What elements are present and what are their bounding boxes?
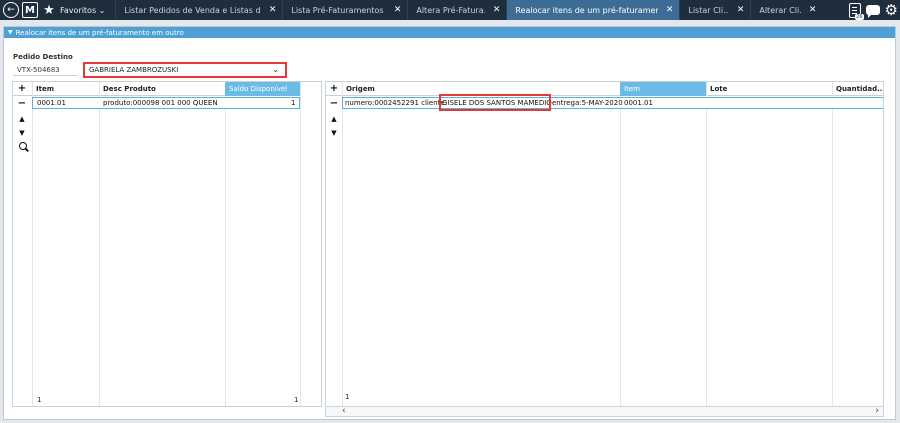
close-icon[interactable]: ✕ (809, 5, 817, 15)
chat-icon[interactable] (865, 5, 880, 18)
header-item[interactable]: Item (620, 82, 706, 96)
footer-count: 1 (37, 396, 42, 404)
cell-origem-prefix: numero:0002452291 cliente: (345, 99, 448, 107)
header-item[interactable]: Item (32, 82, 99, 96)
gear-icon[interactable]: ⚙ (885, 2, 898, 18)
destination-label: Pedido Destino (13, 53, 73, 61)
favorites-menu[interactable]: Favoritos ⌄ (60, 6, 105, 15)
tab-listar-clientes[interactable]: Listar Cli... ✕ (679, 0, 750, 20)
tab-alterar-cliente[interactable]: Alterar Cli... ✕ (750, 0, 822, 20)
cell-saldo: 1 (291, 99, 296, 107)
destination-customer-value: GABRIELA ZAMBROZUSKI (89, 66, 179, 74)
footer-total: 1 (294, 396, 299, 404)
header-saldo-disponivel[interactable]: Saldo Disponível (225, 82, 300, 96)
annotation-highlight (439, 94, 551, 111)
collapse-caret-icon[interactable]: ▼ (8, 29, 13, 36)
close-icon[interactable]: ✕ (737, 5, 745, 15)
tab-listar-pedidos[interactable]: Listar Pedidos de Venda e Listas de C...… (115, 0, 282, 20)
app-logo[interactable]: M (22, 2, 38, 18)
origin-grid: + Origem Item Lote Quantidad... − ▲ ▼ nu… (325, 81, 884, 417)
move-up-icon[interactable]: ▲ (329, 114, 339, 124)
close-icon[interactable]: ✕ (394, 5, 402, 15)
destination-customer-select[interactable]: GABRIELA ZAMBROZUSKI ⌄ (83, 62, 287, 78)
move-down-icon[interactable]: ▼ (329, 128, 339, 138)
footer-count: 1 (345, 393, 350, 401)
tab-realocar-itens[interactable]: Realocar itens de um pré-faturamento... … (506, 0, 680, 20)
star-icon[interactable]: ★ (41, 2, 57, 18)
header-quantidade[interactable]: Quantidad... (832, 82, 883, 96)
scroll-left-icon[interactable]: ‹ (342, 407, 346, 416)
scroll-right-icon[interactable]: › (875, 407, 879, 416)
close-icon[interactable]: ✕ (269, 5, 277, 15)
add-origin-icon[interactable]: + (329, 84, 339, 94)
header-desc-produto[interactable]: Desc Produto (99, 82, 225, 96)
panel-title: Realocar itens de um pré-faturamento em … (15, 28, 184, 37)
header-lote[interactable]: Lote (706, 82, 832, 96)
items-grid: + Item Desc Produto Saldo Disponível − ▲… (12, 81, 322, 407)
cell-origem-suffix: entrega:5-MAY-2020 (552, 99, 623, 107)
search-icon[interactable] (19, 142, 27, 150)
tab-altera-pre-fatura[interactable]: Altera Pré-Fatura... ✕ (407, 0, 506, 20)
main-panel: ▼ Realocar itens de um pré-faturamento e… (3, 26, 896, 420)
move-down-icon[interactable]: ▼ (17, 128, 27, 138)
cell-item: 0001.01 (37, 99, 66, 107)
top-bar: ← M ★ Favoritos ⌄ Listar Pedidos de Vend… (0, 0, 900, 20)
clipboard-badge: 26 (855, 13, 864, 20)
move-up-icon[interactable]: ▲ (17, 114, 27, 124)
tab-lista-pre-faturamentos[interactable]: Lista Pré-Faturamentos d... ✕ (282, 0, 407, 20)
cell-item: 0001.01 (624, 99, 653, 107)
horizontal-scrollbar[interactable]: ‹ › (326, 406, 883, 416)
add-item-icon[interactable]: + (17, 84, 27, 94)
remove-origin-icon[interactable]: − (329, 99, 339, 109)
close-icon[interactable]: ✕ (666, 5, 674, 15)
back-icon[interactable]: ← (3, 2, 19, 18)
topbar-actions: 26 ⚙ (848, 0, 898, 20)
cell-desc-produto: produto:000098 001 000 QUEEN (103, 99, 218, 107)
chevron-down-icon[interactable]: ⌄ (272, 64, 279, 76)
close-icon[interactable]: ✕ (493, 5, 501, 15)
panel-header[interactable]: ▼ Realocar itens de um pré-faturamento e… (4, 27, 895, 38)
remove-item-icon[interactable]: − (17, 99, 27, 109)
clipboard-icon[interactable]: 26 (848, 2, 864, 20)
chevron-down-icon: ⌄ (98, 5, 106, 15)
destination-code-input[interactable]: VTX-504683 (13, 64, 78, 76)
